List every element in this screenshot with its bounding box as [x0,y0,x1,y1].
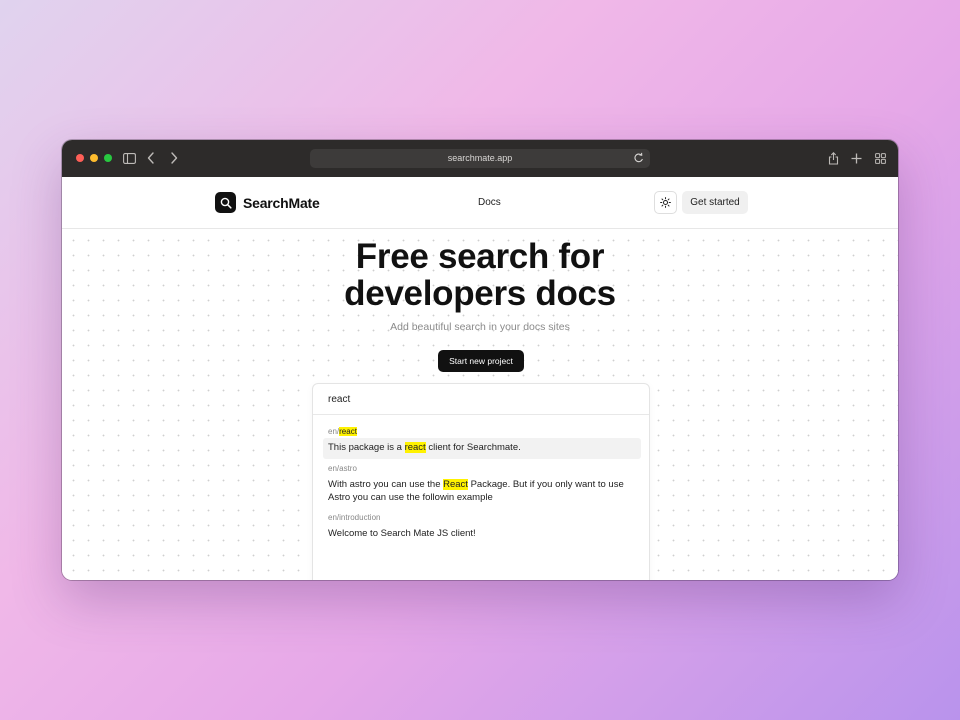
result-highlight: react [404,442,426,453]
hero-title: Free search for developers docs [62,238,898,312]
result-text: This package is a react client for Searc… [323,438,641,459]
tab-overview-icon[interactable] [872,150,888,166]
result-text-after: client for Searchmate. [425,442,521,453]
logo-text: SearchMate [243,194,320,211]
get-started-button[interactable]: Get started [682,191,748,214]
theme-toggle-button[interactable] [654,191,677,214]
result-text-before: This package is a [328,442,405,453]
search-demo-card: react en/react This package is a react c… [312,383,650,580]
result-path: en/introduction [328,513,381,522]
back-icon[interactable] [143,150,159,166]
search-result[interactable]: en/astro With astro you can use the Reac… [323,464,641,508]
search-result[interactable]: en/react This package is a react client … [323,427,641,459]
minimize-window-button[interactable] [90,154,98,162]
result-path: en/astro [328,464,357,473]
docs-link[interactable]: Docs [478,197,501,208]
sidebar-icon[interactable] [121,150,137,166]
zoom-window-button[interactable] [104,154,112,162]
result-path: en/react [323,427,641,436]
browser-window: searchmate.app SearchMate Docs Get start… [62,140,898,580]
site-navbar: SearchMate Docs Get started [62,177,898,229]
share-icon[interactable] [825,150,841,166]
result-text: Welcome to Search Mate JS client! [328,528,476,539]
start-new-project-button[interactable]: Start new project [438,350,524,372]
sun-icon [660,197,671,208]
address-bar[interactable]: searchmate.app [310,149,650,168]
result-highlight: React [443,479,468,490]
search-input[interactable]: react [313,384,649,415]
site-logo[interactable]: SearchMate [215,192,320,213]
search-result[interactable]: en/introduction Welcome to Search Mate J… [323,513,641,545]
reload-icon[interactable] [633,152,645,164]
search-logo-icon [215,192,236,213]
result-path-highlight: react [339,427,357,436]
result-path-prefix: en/ [328,427,340,436]
hero-title-line-2: developers docs [344,274,616,313]
url-text: searchmate.app [447,153,513,163]
result-text: With astro you can use the React Package… [323,475,641,508]
forward-icon[interactable] [166,150,182,166]
close-window-button[interactable] [76,154,84,162]
web-page: SearchMate Docs Get started Free search … [62,177,898,580]
browser-toolbar: searchmate.app [62,140,898,177]
new-tab-icon[interactable] [848,150,864,166]
result-text-before: With astro you can use the [328,479,444,490]
hero-subtitle: Add beautiful search in your docs sites [390,321,570,333]
window-controls [76,154,112,162]
hero-title-line-1: Free search for [355,237,605,276]
